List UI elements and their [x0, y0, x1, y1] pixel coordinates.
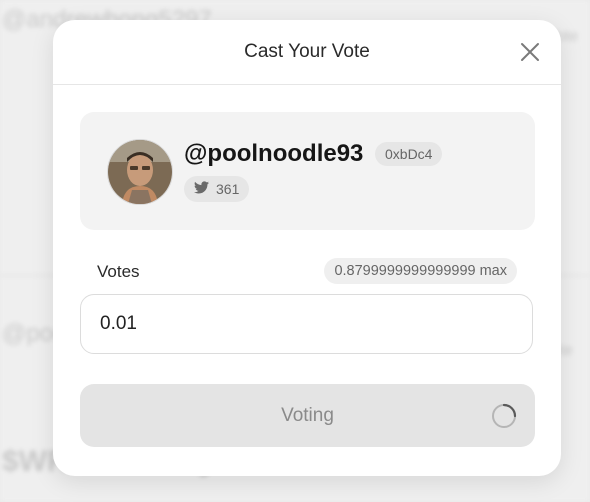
profile-card: @poolnoodle93 0xbDc4 361 — [80, 112, 535, 230]
spinner-icon — [491, 403, 517, 429]
modal-title: Cast Your Vote — [244, 41, 370, 62]
profile-handle[interactable]: @poolnoodle93 — [184, 140, 363, 168]
modal-header: Cast Your Vote — [53, 20, 561, 85]
voting-button-label: Voting — [281, 405, 334, 426]
avatar — [107, 139, 173, 205]
twitter-followers-count: 361 — [216, 181, 240, 197]
voting-button[interactable]: Voting — [80, 384, 535, 447]
votes-input[interactable] — [80, 294, 533, 354]
max-votes-badge[interactable]: 0.8799999999999999 max — [324, 258, 517, 284]
votes-label: Votes — [97, 262, 140, 281]
wallet-address-badge[interactable]: 0xbDc4 — [375, 142, 443, 166]
close-icon[interactable] — [519, 41, 541, 63]
twitter-followers-badge[interactable]: 361 — [184, 176, 250, 202]
twitter-icon — [194, 176, 209, 202]
vote-modal: Cast Your Vote @poolnoodle93 0xbDc4 361 … — [53, 20, 561, 476]
